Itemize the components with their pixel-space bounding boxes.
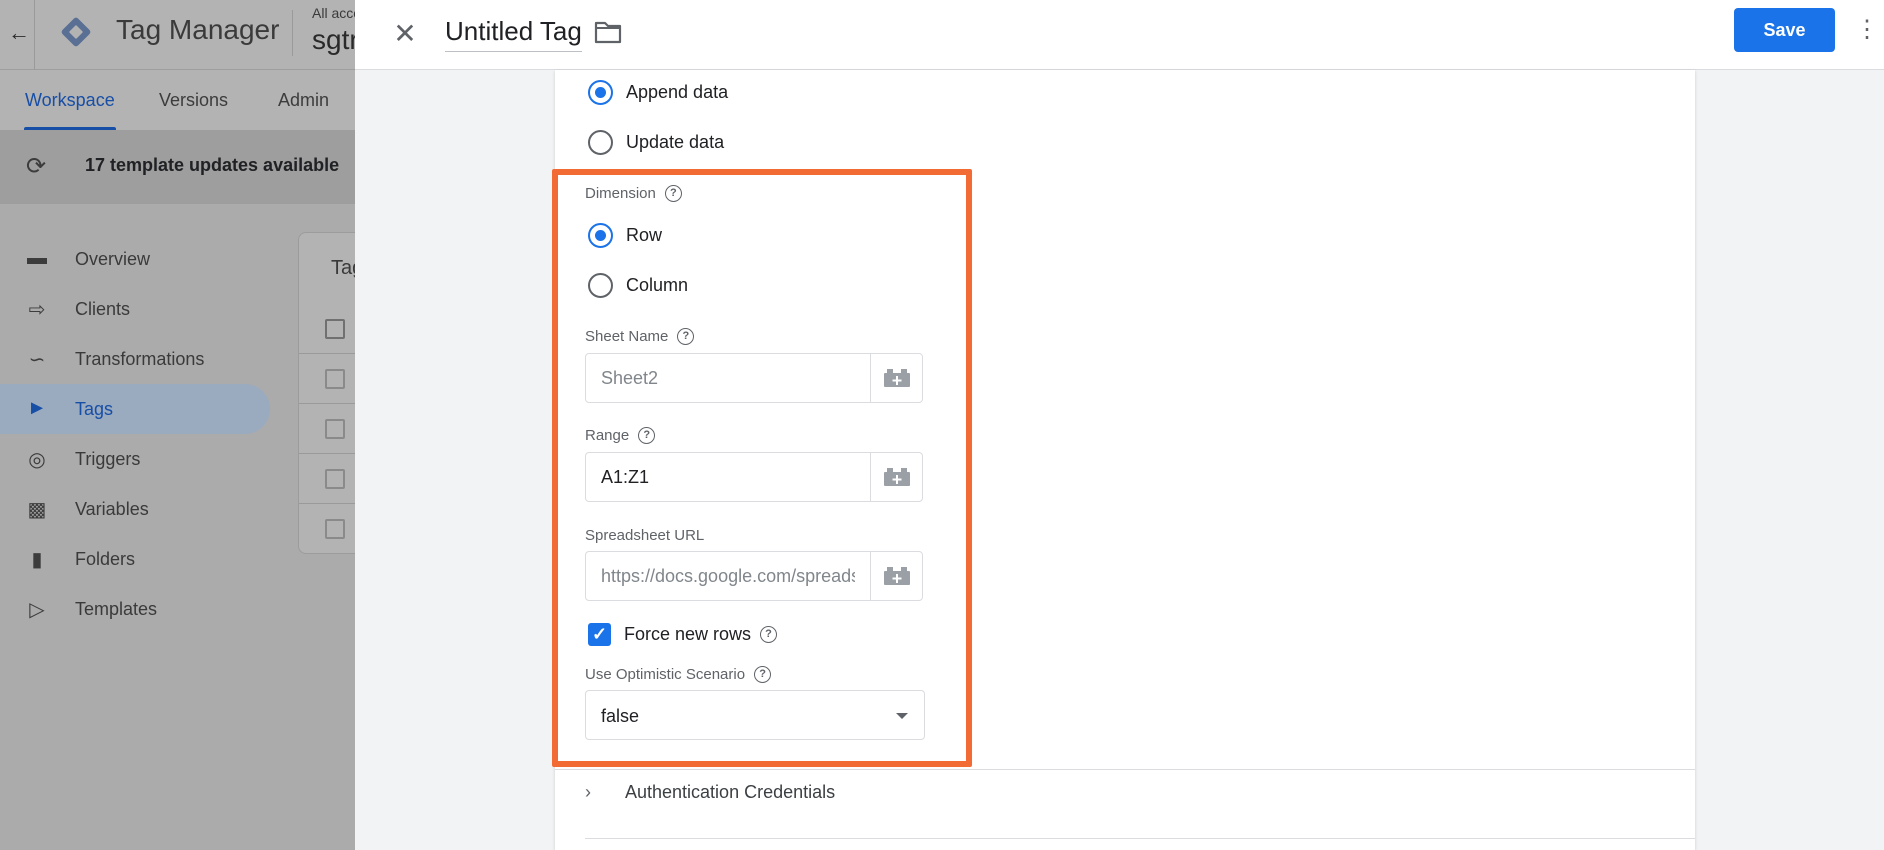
briefcase-icon: ▬ [27, 247, 47, 269]
add-variable-icon [883, 369, 910, 387]
divider [34, 0, 35, 70]
folder-icon[interactable] [593, 18, 623, 46]
select-value: false [601, 706, 640, 726]
sheet-name-input[interactable] [586, 354, 870, 402]
more-vert-icon[interactable]: ⋮ [1855, 12, 1879, 48]
sidebar-item-overview[interactable]: ▬ Overview [0, 234, 270, 284]
authentication-credentials-section[interactable]: › Authentication Credentials [585, 782, 835, 803]
sidebar-item-label: Triggers [75, 449, 141, 469]
account-label: All acco [312, 5, 362, 21]
row-checkbox[interactable] [325, 369, 345, 389]
help-icon[interactable]: ? [664, 185, 682, 202]
spreadsheet-url-label: Spreadsheet URL [585, 527, 704, 544]
sidebar-item-variables[interactable]: ▩ Variables [0, 484, 270, 534]
divider [292, 10, 293, 56]
radio-update-data[interactable]: Update data [588, 127, 724, 157]
help-icon[interactable]: ? [638, 427, 656, 444]
sidebar-item-label: Templates [75, 599, 158, 619]
variables-icon: ▩ [27, 499, 47, 521]
divider [585, 838, 1695, 839]
sidebar-item-clients[interactable]: ⇨ Clients [0, 284, 270, 334]
sidebar-item-label: Overview [75, 249, 151, 269]
field-label-text: Dimension [585, 185, 656, 202]
tag-configuration-card: Append data Update data Dimension ? Row … [552, 70, 1695, 850]
sidebar-item-tags[interactable]: ► Tags [0, 384, 270, 434]
spreadsheet-url-input[interactable] [586, 552, 870, 600]
select-all-checkbox[interactable] [325, 319, 345, 339]
save-button[interactable]: Save [1734, 8, 1835, 52]
radio-append-data[interactable]: Append data [588, 77, 728, 107]
help-icon[interactable]: ? [760, 626, 778, 643]
app-name: Tag Manager [116, 14, 280, 45]
range-input[interactable] [586, 453, 870, 501]
dimension-label: Dimension ? [585, 185, 682, 202]
sidebar-item-label: Transformations [75, 349, 205, 369]
tag-manager-logo-icon [61, 17, 91, 47]
transform-icon: ∽ [28, 349, 46, 371]
row-checkbox[interactable] [325, 519, 345, 539]
variable-picker-button[interactable] [870, 354, 922, 402]
sidebar-item-transformations[interactable]: ∽ Transformations [0, 334, 270, 384]
range-field [585, 452, 923, 502]
tag-icon: ► [27, 397, 47, 419]
add-variable-icon [883, 567, 910, 585]
chevron-right-icon: › [585, 782, 591, 802]
refresh-icon: ⟳ [26, 153, 47, 180]
sheet-name-label: Sheet Name ? [585, 328, 695, 345]
close-icon[interactable]: ✕ [385, 14, 425, 54]
variable-picker-button[interactable] [870, 552, 922, 600]
variable-picker-button[interactable] [870, 453, 922, 501]
field-label-text: Sheet Name [585, 328, 669, 345]
row-checkbox[interactable] [325, 469, 345, 489]
optimistic-scenario-label: Use Optimistic Scenario ? [585, 666, 772, 683]
radio-label: Update data [626, 131, 725, 152]
folder-icon: ▮ [31, 549, 43, 571]
sidebar-item-folders[interactable]: ▮ Folders [0, 534, 270, 584]
sidebar-item-triggers[interactable]: ◎ Triggers [0, 434, 270, 484]
tag-editor-panel: ✕ Untitled Tag Save ⋮ Append data Update… [355, 0, 1884, 850]
optimistic-scenario-select[interactable]: false [585, 690, 925, 740]
radio-label: Column [626, 274, 689, 295]
radio-button[interactable] [588, 129, 613, 155]
field-label-text: Spreadsheet URL [585, 527, 705, 544]
radio-button[interactable] [588, 79, 613, 105]
sidebar-item-label: Clients [75, 299, 131, 319]
help-icon[interactable]: ? [677, 328, 695, 345]
field-label-text: Use Optimistic Scenario [585, 666, 746, 683]
sidebar-item-label: Tags [75, 399, 114, 419]
radio-label: Append data [626, 81, 729, 102]
sidebar-item-templates[interactable]: ▷ Templates [0, 584, 270, 634]
sheet-name-field [585, 353, 923, 403]
checkbox-label: Force new rows [624, 624, 752, 644]
section-title: Authentication Credentials [625, 782, 836, 802]
field-label-text: Range [585, 427, 630, 444]
panel-header: ✕ Untitled Tag Save ⋮ [355, 0, 1884, 70]
updates-text: 17 template updates available [85, 155, 340, 175]
help-icon[interactable]: ? [754, 666, 772, 683]
radio-label: Row [626, 224, 663, 245]
dropdown-arrow-icon [896, 713, 908, 719]
divider [555, 769, 1695, 770]
row-checkbox[interactable] [325, 419, 345, 439]
radio-button[interactable] [588, 222, 613, 248]
tag-name-input[interactable]: Untitled Tag [445, 16, 582, 52]
sidebar-item-label: Variables [75, 499, 149, 519]
trigger-icon: ◎ [28, 449, 46, 471]
radio-column-dimension[interactable]: Column [588, 270, 688, 300]
tab-workspace[interactable]: Workspace [25, 90, 115, 111]
force-new-rows-checkbox[interactable]: ✓ [588, 623, 611, 646]
template-icon: ▷ [29, 599, 45, 621]
radio-row-dimension[interactable]: Row [588, 220, 662, 250]
sidebar-item-label: Folders [75, 549, 136, 569]
add-variable-icon [883, 468, 910, 486]
login-icon: ⇨ [28, 299, 46, 321]
force-new-rows-row[interactable]: ✓ Force new rows ? [588, 623, 778, 646]
range-label: Range ? [585, 427, 656, 444]
tab-versions[interactable]: Versions [159, 90, 228, 111]
back-arrow-icon[interactable]: ← [4, 18, 34, 48]
spreadsheet-url-field [585, 551, 923, 601]
container-name[interactable]: sgtr [312, 24, 359, 56]
radio-button[interactable] [588, 272, 613, 298]
tab-admin[interactable]: Admin [278, 90, 329, 111]
